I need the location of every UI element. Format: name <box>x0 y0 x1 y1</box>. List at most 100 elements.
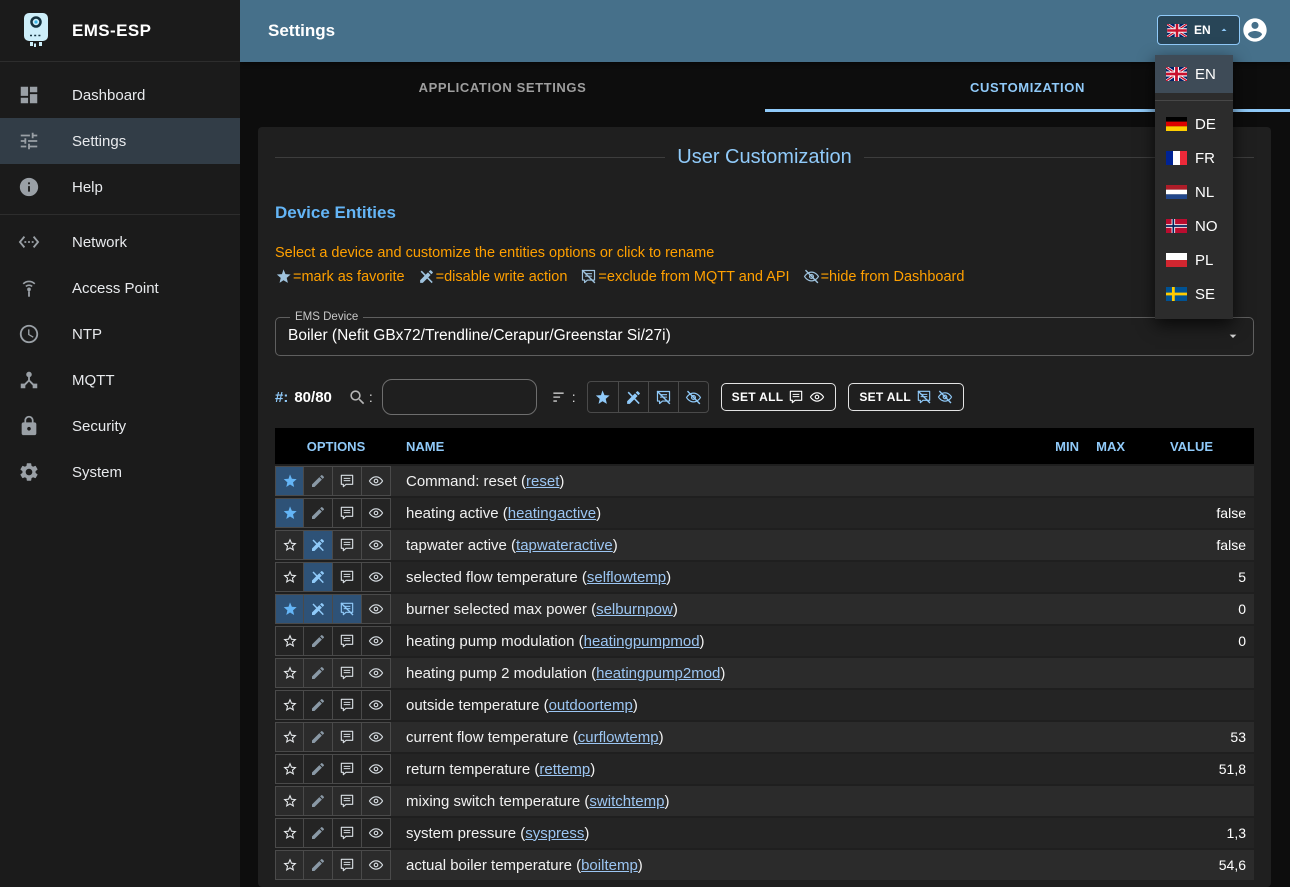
disable-write-toggle[interactable] <box>304 850 333 880</box>
disable-write-toggle[interactable] <box>304 818 333 848</box>
exclude-mqtt-toggle[interactable] <box>333 594 362 624</box>
hide-dashboard-toggle[interactable] <box>362 690 391 720</box>
disable-write-toggle[interactable] <box>304 562 333 592</box>
exclude-mqtt-toggle[interactable] <box>333 818 362 848</box>
entity-shortname-link[interactable]: heatingpumpmod <box>584 633 700 650</box>
hide-dashboard-toggle[interactable] <box>362 594 391 624</box>
hide-dashboard-toggle[interactable] <box>362 818 391 848</box>
language-option-pl[interactable]: PL <box>1155 243 1233 277</box>
language-option-en[interactable]: EN <box>1155 55 1233 93</box>
entity-shortname-link[interactable]: heatingactive <box>508 505 596 522</box>
sidebar-item-security[interactable]: Security <box>0 403 240 449</box>
entity-shortname-link[interactable]: reset <box>526 473 559 490</box>
hide-dashboard-toggle[interactable] <box>362 530 391 560</box>
favorite-toggle[interactable] <box>275 818 304 848</box>
hide-dashboard-toggle[interactable] <box>362 562 391 592</box>
exclude-mqtt-toggle[interactable] <box>333 754 362 784</box>
exclude-mqtt-toggle[interactable] <box>333 658 362 688</box>
entity-name[interactable]: Command: reset (reset) <box>397 473 1037 490</box>
exclude-mqtt-toggle[interactable] <box>333 466 362 496</box>
entity-name[interactable]: heating pump 2 modulation (heatingpump2m… <box>397 665 1037 682</box>
entity-shortname-link[interactable]: outdoortemp <box>549 697 633 714</box>
entity-name[interactable]: outside temperature (outdoortemp) <box>397 697 1037 714</box>
favorite-toggle[interactable] <box>275 658 304 688</box>
hide-dashboard-toggle[interactable] <box>362 754 391 784</box>
entity-shortname-link[interactable]: boiltemp <box>581 857 638 874</box>
disable-write-toggle[interactable] <box>304 626 333 656</box>
language-option-nl[interactable]: NL <box>1155 175 1233 209</box>
disable-write-toggle[interactable] <box>304 754 333 784</box>
language-option-de[interactable]: DE <box>1155 107 1233 141</box>
favorite-toggle[interactable] <box>275 498 304 528</box>
hide-dashboard-toggle[interactable] <box>362 626 391 656</box>
sidebar-item-help[interactable]: Help <box>0 164 240 210</box>
hide-dashboard-toggle[interactable] <box>362 466 391 496</box>
entity-name[interactable]: tapwater active (tapwateractive) <box>397 537 1037 554</box>
set-all-show-button[interactable]: SET ALL <box>721 383 837 411</box>
sidebar-item-network[interactable]: Network <box>0 219 240 265</box>
device-select[interactable]: EMS Device Boiler (Nefit GBx72/Trendline… <box>275 311 1254 356</box>
entity-name[interactable]: mixing switch temperature (switchtemp) <box>397 793 1037 810</box>
language-selector-button[interactable]: EN <box>1157 15 1240 45</box>
sidebar-item-settings[interactable]: Settings <box>0 118 240 164</box>
entity-name[interactable]: burner selected max power (selburnpow) <box>397 601 1037 618</box>
exclude-mqtt-toggle[interactable] <box>333 626 362 656</box>
entity-shortname-link[interactable]: selburnpow <box>596 601 673 618</box>
filter-toggle-exclude-mqtt[interactable] <box>648 382 678 412</box>
sidebar-item-ntp[interactable]: NTP <box>0 311 240 357</box>
user-avatar-button[interactable] <box>1241 16 1269 44</box>
hide-dashboard-toggle[interactable] <box>362 498 391 528</box>
favorite-toggle[interactable] <box>275 786 304 816</box>
sidebar-item-mqtt[interactable]: MQTT <box>0 357 240 403</box>
sidebar-item-dashboard[interactable]: Dashboard <box>0 72 240 118</box>
favorite-toggle[interactable] <box>275 466 304 496</box>
language-option-fr[interactable]: FR <box>1155 141 1233 175</box>
entity-name[interactable]: heating active (heatingactive) <box>397 505 1037 522</box>
hide-dashboard-toggle[interactable] <box>362 722 391 752</box>
favorite-toggle[interactable] <box>275 562 304 592</box>
search-input[interactable] <box>382 379 537 415</box>
set-all-hide-button[interactable]: SET ALL <box>848 383 964 411</box>
language-option-se[interactable]: SE <box>1155 277 1233 311</box>
exclude-mqtt-toggle[interactable] <box>333 498 362 528</box>
entity-name[interactable]: system pressure (syspress) <box>397 825 1037 842</box>
entity-shortname-link[interactable]: switchtemp <box>589 793 664 810</box>
entity-shortname-link[interactable]: selflowtemp <box>587 569 666 586</box>
filter-toggle-hide-dashboard[interactable] <box>678 382 708 412</box>
entity-name[interactable]: selected flow temperature (selflowtemp) <box>397 569 1037 586</box>
disable-write-toggle[interactable] <box>304 690 333 720</box>
filter-toggle-disable-write[interactable] <box>618 382 648 412</box>
entity-shortname-link[interactable]: curflowtemp <box>578 729 659 746</box>
hide-dashboard-toggle[interactable] <box>362 658 391 688</box>
disable-write-toggle[interactable] <box>304 786 333 816</box>
language-option-no[interactable]: NO <box>1155 209 1233 243</box>
sidebar-item-access-point[interactable]: Access Point <box>0 265 240 311</box>
favorite-toggle[interactable] <box>275 530 304 560</box>
exclude-mqtt-toggle[interactable] <box>333 850 362 880</box>
favorite-toggle[interactable] <box>275 690 304 720</box>
exclude-mqtt-toggle[interactable] <box>333 690 362 720</box>
filter-toggle-favorite[interactable] <box>588 382 618 412</box>
favorite-toggle[interactable] <box>275 594 304 624</box>
entity-name[interactable]: actual boiler temperature (boiltemp) <box>397 857 1037 874</box>
hide-dashboard-toggle[interactable] <box>362 850 391 880</box>
disable-write-toggle[interactable] <box>304 498 333 528</box>
entity-name[interactable]: current flow temperature (curflowtemp) <box>397 729 1037 746</box>
favorite-toggle[interactable] <box>275 626 304 656</box>
disable-write-toggle[interactable] <box>304 466 333 496</box>
exclude-mqtt-toggle[interactable] <box>333 562 362 592</box>
favorite-toggle[interactable] <box>275 722 304 752</box>
favorite-toggle[interactable] <box>275 754 304 784</box>
exclude-mqtt-toggle[interactable] <box>333 722 362 752</box>
entity-name[interactable]: return temperature (rettemp) <box>397 761 1037 778</box>
exclude-mqtt-toggle[interactable] <box>333 786 362 816</box>
entity-shortname-link[interactable]: tapwateractive <box>516 537 613 554</box>
entity-shortname-link[interactable]: rettemp <box>539 761 590 778</box>
sidebar-item-system[interactable]: System <box>0 449 240 495</box>
entity-name[interactable]: heating pump modulation (heatingpumpmod) <box>397 633 1037 650</box>
disable-write-toggle[interactable] <box>304 594 333 624</box>
entity-shortname-link[interactable]: syspress <box>525 825 584 842</box>
favorite-toggle[interactable] <box>275 850 304 880</box>
disable-write-toggle[interactable] <box>304 530 333 560</box>
exclude-mqtt-toggle[interactable] <box>333 530 362 560</box>
